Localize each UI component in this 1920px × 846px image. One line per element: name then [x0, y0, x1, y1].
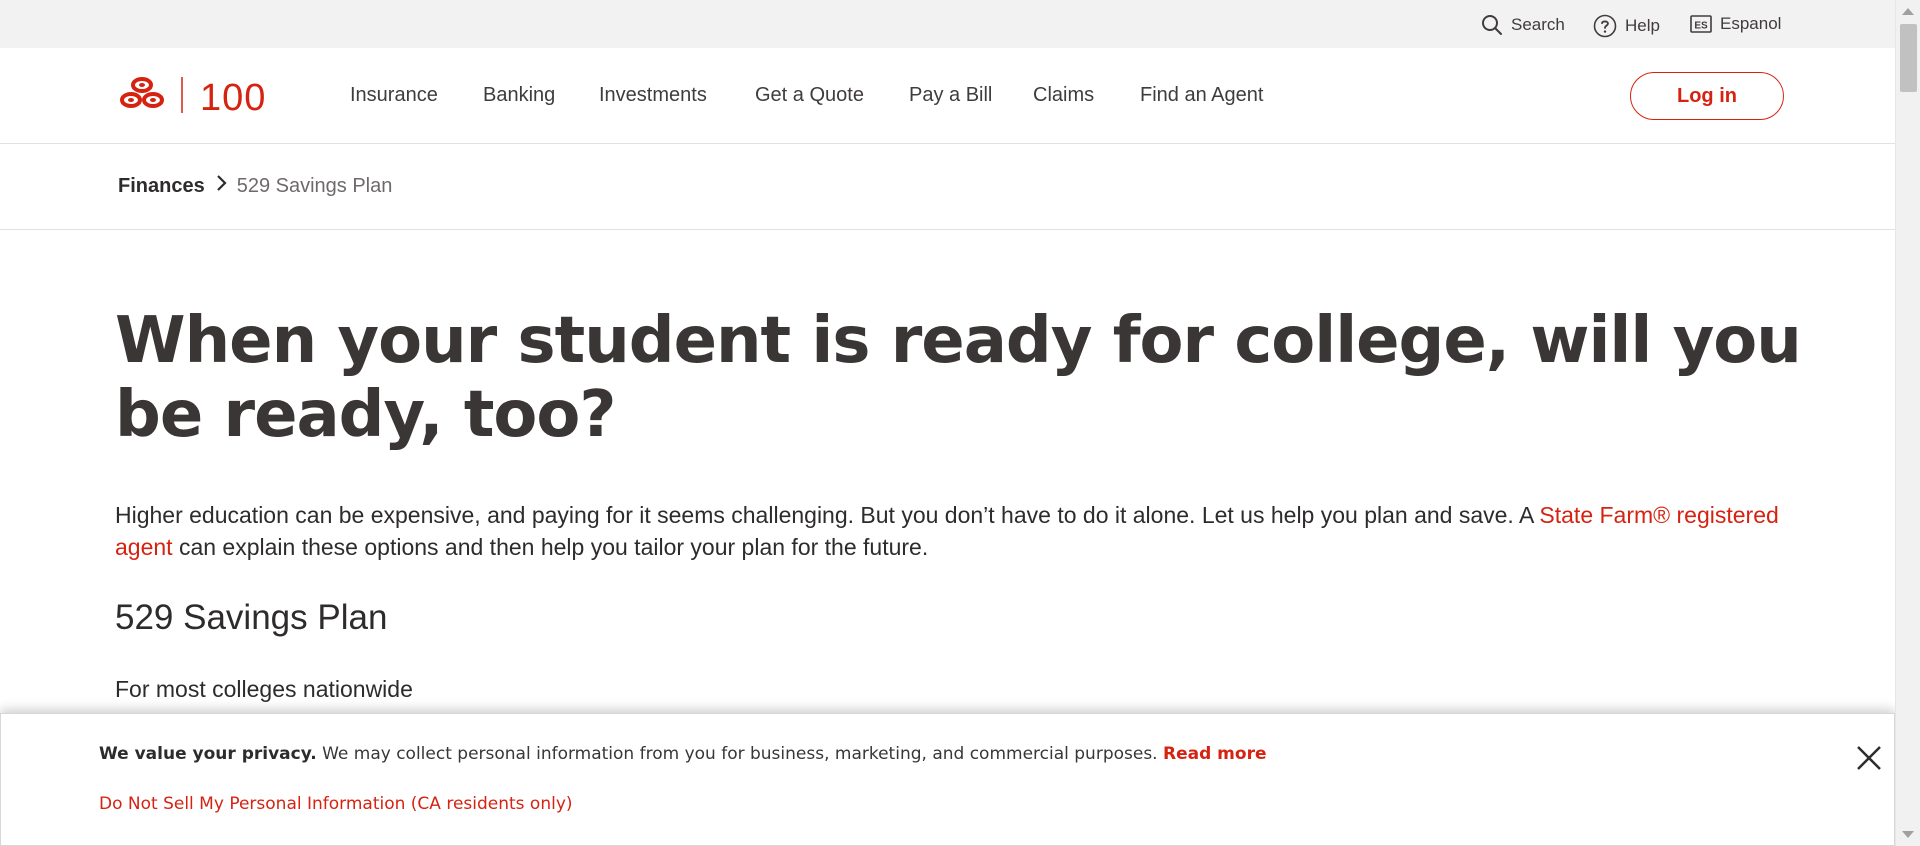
scroll-up-icon[interactable]	[1902, 8, 1914, 15]
espanol-label: Espanol	[1720, 14, 1782, 33]
section-subtitle: For most colleges nationwide	[115, 676, 413, 702]
scroll-thumb[interactable]	[1900, 24, 1917, 92]
section-title: 529 Savings Plan	[115, 598, 388, 637]
login-button[interactable]: Log in	[1630, 72, 1784, 120]
privacy-heading: We value your privacy.	[99, 744, 317, 764]
search-label: Search	[1511, 15, 1565, 34]
privacy-body: We may collect personal information from…	[316, 744, 1163, 764]
privacy-message: We value your privacy. We may collect pe…	[99, 744, 1267, 764]
nav-get-a-quote[interactable]: Get a Quote	[755, 84, 864, 107]
espanol-link[interactable]: ES Espanol	[1690, 14, 1781, 34]
breadcrumb: Finances 529 Savings Plan	[118, 174, 392, 198]
help-label: Help	[1625, 16, 1660, 35]
svg-text:ES: ES	[1694, 21, 1708, 32]
breadcrumb-bar: Finances 529 Savings Plan	[0, 144, 1895, 230]
privacy-banner: We value your privacy. We may collect pe…	[0, 713, 1895, 846]
intro-paragraph: Higher education can be expensive, and p…	[115, 499, 1795, 563]
svg-text:100: 100	[200, 77, 266, 115]
search-icon	[1481, 14, 1503, 36]
breadcrumb-finances[interactable]: Finances	[118, 175, 205, 198]
nav-claims[interactable]: Claims	[1033, 84, 1094, 107]
intro-text-before: Higher education can be expensive, and p…	[115, 502, 1540, 528]
utility-bar: Search Help ES Espanol	[0, 0, 1895, 48]
main-nav: 100 Insurance Banking Investments Get a …	[0, 48, 1895, 144]
scrollbar[interactable]	[1895, 0, 1920, 846]
close-icon[interactable]	[1853, 742, 1885, 774]
intro-text-after: can explain these options and then help …	[172, 534, 929, 560]
do-not-sell-link[interactable]: Do Not Sell My Personal Information (CA …	[99, 794, 573, 814]
help-link[interactable]: Help	[1593, 14, 1660, 38]
language-icon: ES	[1690, 15, 1712, 33]
nav-find-an-agent[interactable]: Find an Agent	[1140, 84, 1263, 107]
nav-insurance[interactable]: Insurance	[350, 84, 438, 107]
nav-pay-a-bill[interactable]: Pay a Bill	[909, 84, 992, 107]
help-icon	[1593, 14, 1617, 38]
chevron-right-icon	[215, 174, 227, 198]
scroll-down-icon[interactable]	[1902, 831, 1914, 838]
search-link[interactable]: Search	[1481, 14, 1565, 36]
state-farm-logo[interactable]: 100	[116, 75, 300, 119]
breadcrumb-current: 529 Savings Plan	[236, 174, 393, 197]
nav-investments[interactable]: Investments	[599, 84, 707, 107]
read-more-link[interactable]: Read more	[1163, 744, 1267, 764]
nav-banking[interactable]: Banking	[483, 84, 555, 107]
page-title: When your student is ready for college, …	[115, 304, 1802, 452]
